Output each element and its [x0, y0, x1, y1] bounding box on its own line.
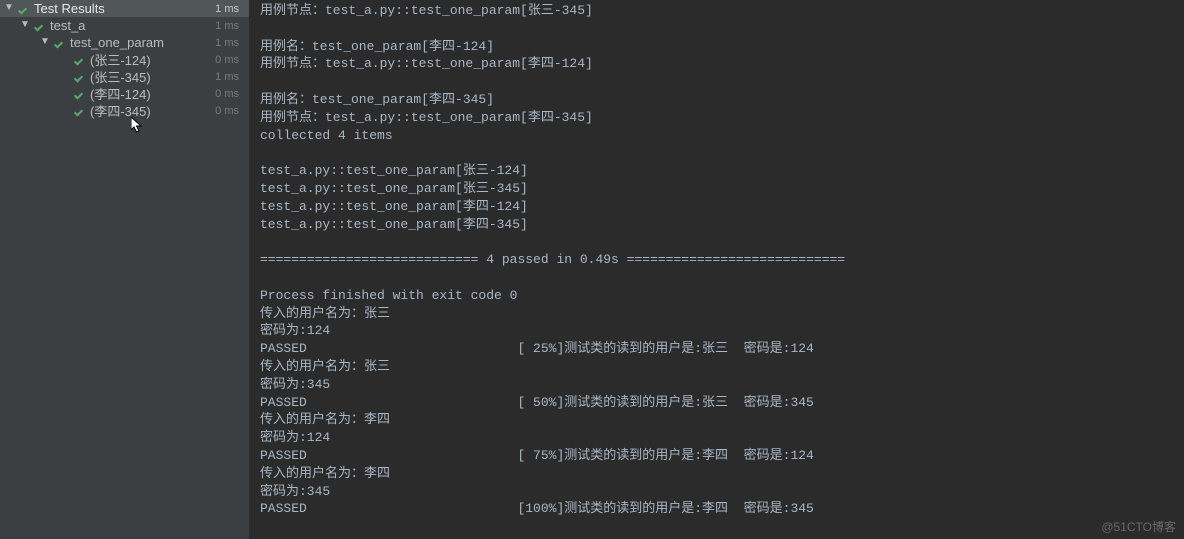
chevron-down-icon[interactable]	[4, 3, 14, 13]
tree-root-test-results[interactable]: Test Results 1 ms	[0, 0, 249, 17]
tree-fn-duration: 1 ms	[215, 37, 245, 49]
check-icon	[74, 71, 86, 83]
tree-param-3[interactable]: (李四-345) 0 ms	[0, 102, 249, 119]
check-icon	[54, 37, 66, 49]
tree-root-duration: 1 ms	[215, 3, 245, 15]
tree-fn-label: test_one_param	[70, 35, 164, 50]
chevron-down-icon[interactable]	[40, 37, 50, 47]
tree-param-duration: 0 ms	[215, 54, 245, 66]
check-icon	[18, 3, 30, 15]
tree-param-0[interactable]: (张三-124) 0 ms	[0, 51, 249, 68]
tree-param-duration: 1 ms	[215, 71, 245, 83]
tree-fn-test-one-param[interactable]: test_one_param 1 ms	[0, 34, 249, 51]
check-icon	[74, 54, 86, 66]
test-tree-panel: Test Results 1 ms test_a 1 ms test_one_p…	[0, 0, 250, 539]
check-icon	[74, 88, 86, 100]
tree-param-duration: 0 ms	[215, 88, 245, 100]
chevron-down-icon[interactable]	[20, 20, 30, 30]
tree-suite-test-a[interactable]: test_a 1 ms	[0, 17, 249, 34]
check-icon	[34, 20, 46, 32]
tree-suite-duration: 1 ms	[215, 20, 245, 32]
console-output[interactable]: 用例节点：test_a.py::test_one_param[张三-345] 用…	[250, 0, 1184, 539]
tree-param-duration: 0 ms	[215, 105, 245, 117]
tree-param-2[interactable]: (李四-124) 0 ms	[0, 85, 249, 102]
tree-root-label: Test Results	[34, 1, 105, 16]
tree-param-label: (李四-345)	[90, 101, 151, 120]
watermark: @51CTO博客	[1101, 518, 1176, 535]
check-icon	[74, 105, 86, 117]
tree-param-1[interactable]: (张三-345) 1 ms	[0, 68, 249, 85]
tree-suite-label: test_a	[50, 18, 85, 33]
